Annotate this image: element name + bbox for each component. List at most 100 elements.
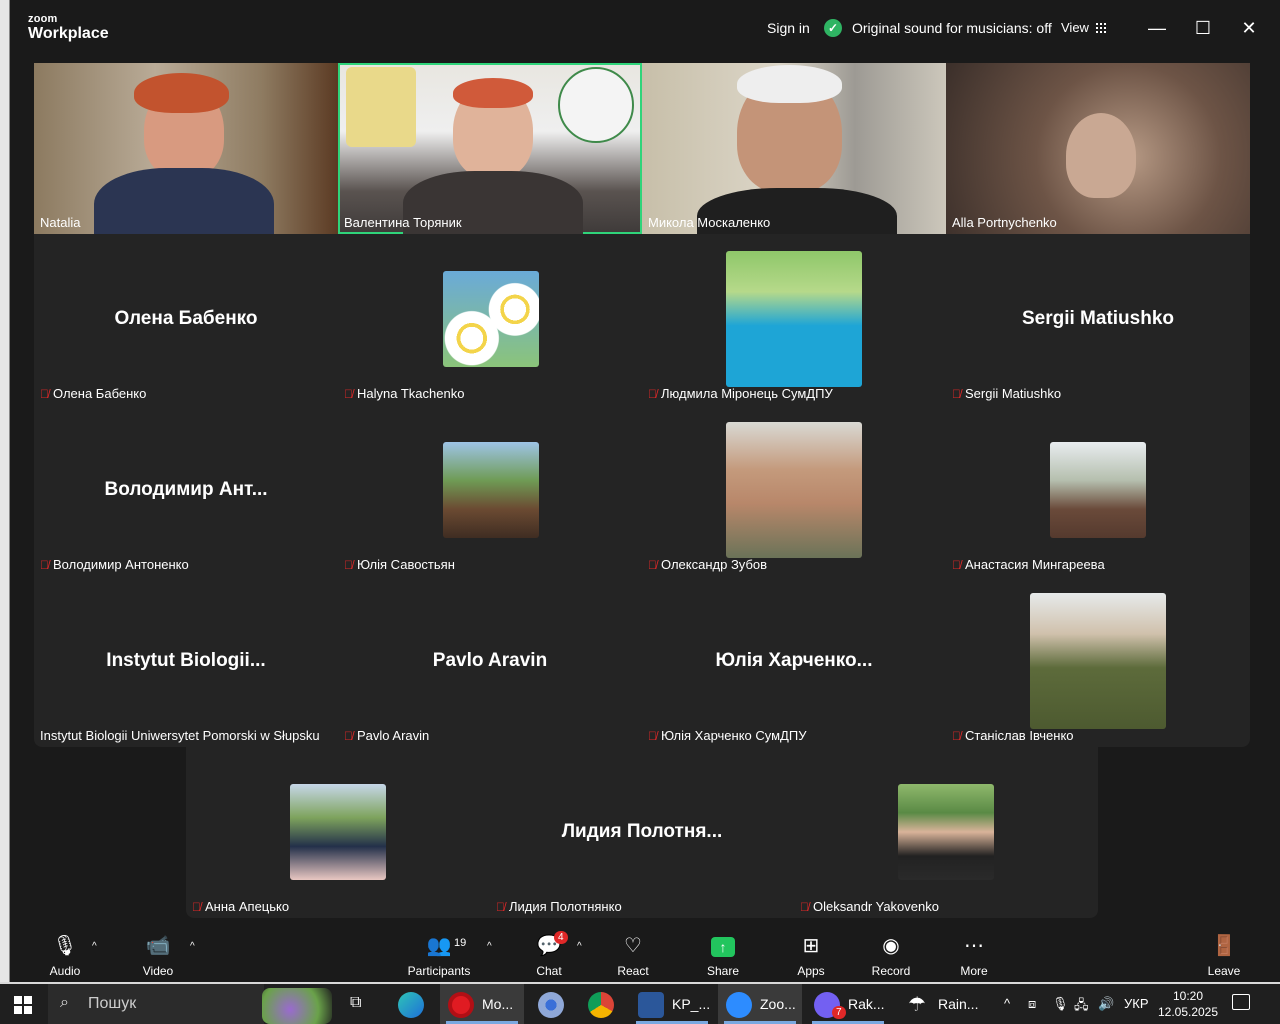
chrome-icon [588,992,614,1018]
windows-start-icon[interactable] [14,996,32,1014]
apps-button[interactable]: ⊞ Apps [794,932,828,978]
participant-tile[interactable]: Олена Бабенко 🎙̸ Олена Бабенко [34,234,338,405]
original-sound-toggle[interactable]: Original sound for musicians: off [852,20,1052,36]
grid-view-icon[interactable] [1096,23,1106,33]
participant-tile[interactable]: Sergii Matiushko 🎙̸ Sergii Matiushko [946,234,1250,405]
leave-door-icon: 🚪 [1211,935,1237,957]
muted-mic-icon: 🎙̸ [952,729,961,743]
search-placeholder: Пошук [88,995,137,1012]
muted-mic-icon: 🎙̸ [192,900,201,914]
participant-display-name: Юлія Харченко... [715,650,873,671]
profile-picture [1030,593,1166,729]
participants-options-caret[interactable]: ^ [487,941,492,952]
video-camera-icon: 📹 [145,935,171,957]
close-button[interactable]: ✕ [1237,16,1261,40]
tray-overflow-caret[interactable]: ^ [1004,996,1010,1011]
microphone-in-use-icon[interactable]: 🎙 [1052,996,1069,1012]
search-highlight-image [262,988,332,1024]
leave-button[interactable]: 🚪 Leave [1206,932,1242,978]
muted-mic-icon: 🎙̸ [648,558,657,572]
zoom-logo: zoom Workplace [28,14,109,42]
participant-name: Pavlo Aravin [357,728,430,743]
logo-line2: Workplace [28,25,109,42]
video-button[interactable]: 📹 Video [138,932,178,978]
background-window-edge [0,0,10,982]
taskbar-app-chromium[interactable] [530,984,574,1024]
taskbar-app-opera[interactable]: Mo... [440,984,524,1024]
muted-mic-icon: 🎙̸ [800,900,809,914]
more-dots-icon: ⋯ [964,935,984,957]
participant-body [94,168,274,234]
participant-display-name: Pavlo Aravin [432,650,548,671]
participant-label: 🎙̸ Halyna Tkachenko [344,386,464,401]
taskbar-app-zoom[interactable]: Zoo... [718,984,802,1024]
participant-display-name: Олена Бабенко [114,308,258,329]
taskbar-app-chrome[interactable] [580,984,624,1024]
participant-name: Юлія Харченко СумДПУ [661,728,807,743]
participant-tile[interactable]: Володимир Ант... 🎙̸ Володимир Антоненко [34,405,338,576]
video-label: Video [142,964,174,978]
taskbar-app-word[interactable]: KP_... [630,984,714,1024]
participant-label: 🎙̸ Sergii Matiushko [952,386,1061,401]
taskbar-clock[interactable]: 10:20 12.05.2025 [1155,988,1221,1020]
participant-tile[interactable]: 🎙̸ Анна Апецько [186,747,490,918]
volume-icon[interactable]: 🔊 [1098,996,1114,1012]
muted-mic-icon: 🎙̸ [952,558,961,572]
task-view-icon[interactable]: ⧉ [350,994,361,1012]
participant-tile[interactable]: 🎙̸ Олександр Зубов [642,405,946,576]
participant-tile[interactable]: 🎙̸ Halyna Tkachenko [338,234,642,405]
taskbar-app-viber[interactable]: 7 Rak... [806,984,890,1024]
audio-options-caret[interactable]: ^ [92,941,97,952]
participant-display-name: Instytut Biologii... [106,650,266,671]
video-tile[interactable]: Alla Portnychenko [946,63,1250,234]
minimize-button[interactable]: — [1145,16,1169,40]
active-speaker-tile[interactable]: Валентина Торяник [338,63,642,234]
audio-button[interactable]: 🎙 Audio [46,932,84,978]
muted-mic-icon: 🎙̸ [344,387,353,401]
participant-name: Володимир Антоненко [53,557,189,572]
video-options-caret[interactable]: ^ [190,941,195,952]
view-button[interactable]: View [1061,20,1089,35]
participant-label: 🎙̸ Володимир Антоненко [40,557,189,572]
zoom-window: zoom Workplace Sign in ✓ Original sound … [10,0,1280,982]
network-icon[interactable]: 🖧 [1074,996,1089,1018]
participant-label: Instytut Biologii Uniwersytet Pomorski w… [40,728,320,743]
share-button[interactable]: ↑ Share [704,932,742,978]
record-button[interactable]: ◉ Record [870,932,912,978]
taskbar-app-edge[interactable] [390,984,434,1024]
participant-name: Анна Апецько [205,899,290,914]
viber-unread-badge: 7 [832,1006,846,1019]
umbrella-rain-icon: ☂ [908,994,926,1016]
input-language[interactable]: УКР [1124,996,1149,1011]
chat-options-caret[interactable]: ^ [577,941,582,952]
taskbar-app-label: Rain... [938,996,979,1012]
participant-tile[interactable]: 🎙̸ Юлія Савостьян [338,405,642,576]
participant-label: 🎙̸ Юлія Савостьян [344,557,455,572]
audio-label: Audio [49,964,81,978]
maximize-button[interactable]: ☐ [1191,16,1215,40]
participant-tile[interactable]: Instytut Biologii... Instytut Biologii U… [34,576,338,747]
camera-in-use-icon[interactable]: ⧈ [1028,996,1036,1012]
taskbar-search[interactable]: ⌕ Пошук [48,984,264,1024]
participant-tile[interactable]: Лидия Полотня... 🎙̸ Лидия Полотнянко [490,747,794,918]
more-button[interactable]: ⋯ More [958,932,990,978]
participant-tile[interactable]: 🎙̸ Oleksandr Yakovenko [794,747,1098,918]
logo-line1: zoom [28,13,58,25]
video-tile[interactable]: Микола Москаленко [642,63,946,234]
participant-tile[interactable]: Pavlo Aravin 🎙̸ Pavlo Aravin [338,576,642,747]
participant-tile[interactable]: Юлія Харченко... 🎙̸ Юлія Харченко СумДПУ [642,576,946,747]
gallery-view: Natalia Валентина Торяник Микола Москале… [34,63,1250,747]
sign-in-button[interactable]: Sign in [767,20,810,36]
notifications-icon[interactable] [1232,994,1250,1010]
participant-tile[interactable]: 🎙̸ Людмила Міронець СумДПУ [642,234,946,405]
react-button[interactable]: ♡ React [616,932,650,978]
muted-mic-icon: 🎙̸ [648,729,657,743]
participant-tile[interactable]: 🎙̸ Анастасия Мингареева [946,405,1250,576]
participant-name: Станіслав Івченко [965,728,1074,743]
participant-tile[interactable]: 🎙̸ Станіслав Івченко [946,576,1250,747]
taskbar-app-weather[interactable]: ☂ Rain... [896,984,990,1024]
participant-hair [453,78,533,108]
video-tile[interactable]: Natalia [34,63,338,234]
taskbar-app-label: KP_... [672,996,711,1012]
participant-display-name: Лидия Полотня... [561,821,723,842]
